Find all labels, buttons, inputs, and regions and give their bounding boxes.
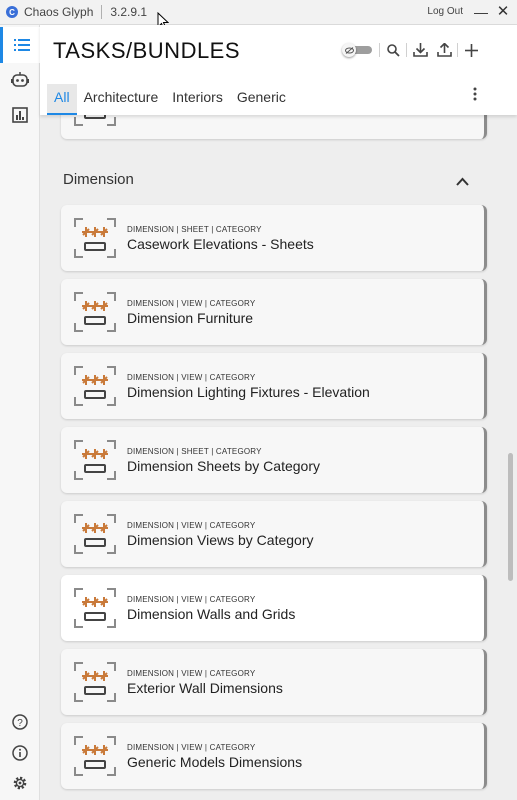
scrollbar-thumb[interactable]	[508, 453, 513, 581]
dimension-task-icon	[74, 218, 116, 258]
minimize-button[interactable]: —	[473, 4, 489, 20]
close-button[interactable]: ✕	[495, 4, 511, 20]
task-list[interactable]: Dimension DIMENSION | SHEET | CATEGORY C…	[40, 115, 505, 800]
task-category: DIMENSION | SHEET | CATEGORY	[127, 225, 262, 234]
app-logo-icon: C	[6, 6, 18, 18]
task-name: Casework Elevations - Sheets	[127, 236, 314, 252]
dimension-task-icon	[74, 588, 116, 628]
page-header: TASKS/BUNDLES All Architecture Interiors…	[40, 25, 517, 115]
app-version: 3.2.9.1	[110, 5, 148, 19]
tab-interiors[interactable]: Interiors	[165, 84, 230, 115]
task-category: DIMENSION | VIEW | CATEGORY	[127, 373, 256, 382]
dimension-task-icon	[74, 292, 116, 332]
logout-link[interactable]: Log Out	[427, 6, 463, 17]
svg-text:?: ?	[17, 718, 23, 729]
upload-button[interactable]	[432, 41, 456, 59]
task-card[interactable]: DIMENSION | VIEW | CATEGORY Dimension Fu…	[61, 279, 487, 345]
window-titlebar: C Chaos Glyph 3.2.9.1 Log Out — ✕	[0, 0, 517, 25]
title-divider	[101, 5, 103, 19]
dimension-task-icon	[74, 662, 116, 702]
section-collapse-button[interactable]	[456, 173, 469, 191]
task-category: DIMENSION | SHEET | CATEGORY	[127, 447, 262, 456]
add-icon	[464, 43, 478, 57]
list-icon	[13, 39, 30, 51]
left-rail: ?	[0, 25, 40, 800]
tab-all[interactable]: All	[47, 84, 77, 115]
task-name: Dimension Walls and Grids	[127, 606, 296, 622]
task-name: Dimension Furniture	[127, 310, 254, 326]
dimension-task-icon	[74, 440, 116, 480]
rail-item-robot[interactable]	[0, 62, 40, 98]
vertical-scrollbar[interactable]	[505, 115, 517, 800]
rail-item-tasks[interactable]	[0, 27, 40, 63]
tab-architecture[interactable]: Architecture	[77, 84, 166, 115]
chart-icon	[12, 107, 28, 123]
task-card[interactable]: DIMENSION | VIEW | CATEGORY Dimension Li…	[61, 353, 487, 419]
task-category: DIMENSION | VIEW | CATEGORY	[127, 669, 256, 678]
chevron-up-icon	[456, 177, 469, 186]
task-category: DIMENSION | VIEW | CATEGORY	[127, 743, 256, 752]
task-card[interactable]: DIMENSION | VIEW | CATEGORY Dimension Wa…	[61, 575, 487, 641]
app-name: Chaos Glyph	[24, 5, 94, 19]
task-name: Dimension Sheets by Category	[127, 458, 320, 474]
tab-generic[interactable]: Generic	[230, 84, 293, 115]
search-button[interactable]	[381, 41, 405, 59]
section-title: Dimension	[63, 171, 134, 188]
upload-icon	[436, 43, 452, 57]
task-card[interactable]: DIMENSION | SHEET | CATEGORY Casework El…	[61, 205, 487, 271]
task-name: Exterior Wall Dimensions	[127, 680, 283, 696]
task-card[interactable]: DIMENSION | VIEW | CATEGORY Dimension Vi…	[61, 501, 487, 567]
more-menu-button[interactable]	[473, 87, 477, 106]
task-name: Dimension Views by Category	[127, 532, 314, 548]
task-category: DIMENSION | VIEW | CATEGORY	[127, 595, 256, 604]
toolbar-divider	[379, 43, 380, 57]
visibility-toggle[interactable]	[342, 43, 372, 57]
task-card[interactable]: DIMENSION | SHEET | CATEGORY Dimension S…	[61, 427, 487, 493]
help-icon: ?	[12, 714, 28, 730]
dimension-task-icon	[74, 115, 116, 126]
eye-off-icon	[342, 43, 356, 57]
task-card-partial[interactable]	[61, 115, 487, 139]
dimension-task-icon	[74, 514, 116, 554]
task-card[interactable]: DIMENSION | VIEW | CATEGORY Exterior Wal…	[61, 649, 487, 715]
dimension-task-icon	[74, 366, 116, 406]
info-icon	[12, 745, 28, 761]
task-category: DIMENSION | VIEW | CATEGORY	[127, 299, 256, 308]
task-card[interactable]: DIMENSION | VIEW | CATEGORY Generic Mode…	[61, 723, 487, 789]
task-name: Dimension Lighting Fixtures - Elevation	[127, 384, 370, 400]
settings-icon	[13, 776, 27, 790]
rail-item-reports[interactable]	[0, 97, 40, 133]
header-toolbar	[342, 41, 483, 59]
add-button[interactable]	[459, 41, 483, 59]
page-title: TASKS/BUNDLES	[53, 38, 241, 63]
toolbar-divider	[457, 43, 458, 57]
task-name: Generic Models Dimensions	[127, 754, 303, 770]
robot-icon	[11, 72, 29, 87]
dimension-task-icon	[74, 736, 116, 776]
kebab-menu-icon	[473, 87, 477, 101]
category-tabs: All Architecture Interiors Generic	[47, 84, 293, 115]
download-button[interactable]	[408, 41, 432, 59]
task-category: DIMENSION | VIEW | CATEGORY	[127, 521, 256, 530]
toolbar-divider	[406, 43, 407, 57]
settings-button[interactable]	[0, 765, 40, 800]
search-icon	[386, 43, 400, 57]
download-icon	[412, 43, 428, 57]
